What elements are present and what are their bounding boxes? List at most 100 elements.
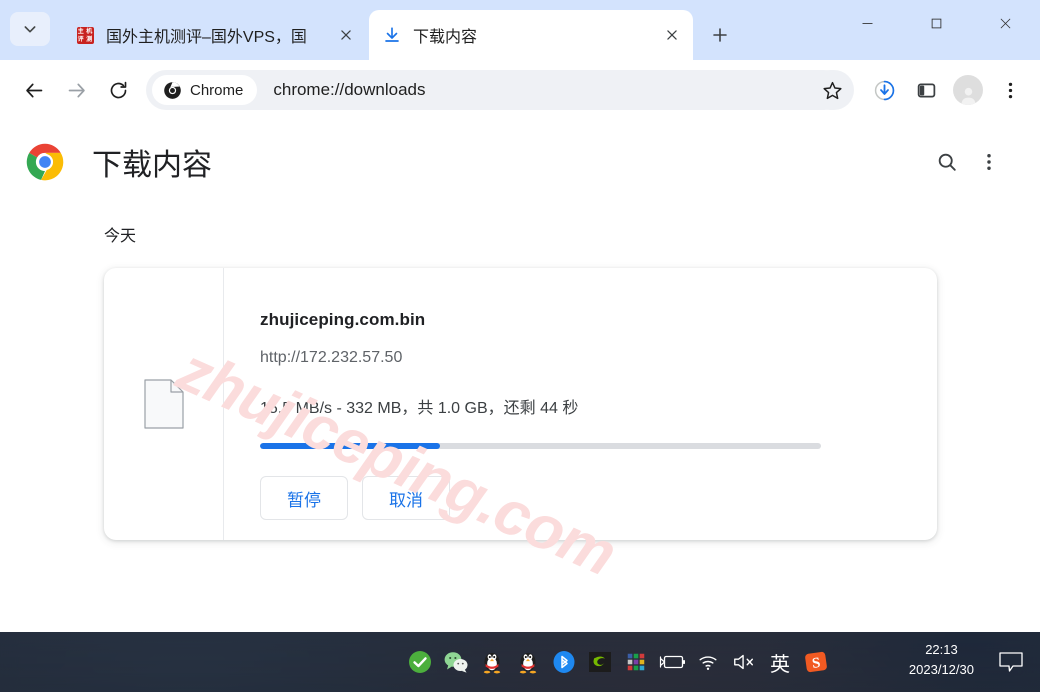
- pause-download-button[interactable]: 暂停: [260, 476, 348, 520]
- star-icon: [822, 81, 842, 99]
- downloads-button[interactable]: [864, 70, 904, 110]
- new-tab-button[interactable]: [701, 16, 739, 54]
- tab-close-button[interactable]: [659, 22, 685, 48]
- chrome-logo-icon: [26, 143, 64, 181]
- download-item-card[interactable]: zhujiceping.com.bin http://172.232.57.50…: [104, 268, 937, 540]
- search-icon: [938, 153, 956, 171]
- download-day-group-label: 今天: [104, 228, 137, 245]
- minimize-button[interactable]: [833, 0, 902, 46]
- generic-file-icon: [143, 379, 184, 429]
- download-progress-bar: [260, 443, 821, 449]
- speaker-muted-icon[interactable]: [726, 642, 762, 682]
- cancel-download-button[interactable]: 取消: [362, 476, 450, 520]
- chrome-origin-chip[interactable]: Chrome: [152, 75, 258, 105]
- clock-date: 2023/12/30: [908, 662, 974, 677]
- bluetooth-icon[interactable]: [546, 642, 582, 682]
- arrow-left-icon: [25, 83, 42, 97]
- download-file-icon-column: [104, 268, 224, 540]
- chrome-chip-label: Chrome: [190, 81, 244, 99]
- color-grid-icon[interactable]: [618, 642, 654, 682]
- tab-favicon-red: 主机评测: [76, 26, 94, 44]
- avatar: [953, 75, 983, 105]
- back-button[interactable]: [14, 70, 54, 110]
- tab-title: 国外主机测评–国外VPS，国: [106, 29, 307, 46]
- profile-button[interactable]: [948, 70, 988, 110]
- color-grid-icon: [627, 653, 645, 671]
- reload-icon: [110, 81, 126, 98]
- wifi-icon: [699, 656, 717, 670]
- downloads-page: 下载内容 今天 zhujiceping.com.bin http://172.2…: [0, 120, 1040, 632]
- wechat-icon: [444, 652, 468, 673]
- wechat-icon[interactable]: [438, 642, 474, 682]
- downloads-more-button[interactable]: [968, 141, 1010, 183]
- qq-penguin-icon[interactable]: [474, 642, 510, 682]
- browser-menu-button[interactable]: [990, 70, 1030, 110]
- download-file-name[interactable]: zhujiceping.com.bin: [260, 310, 937, 330]
- three-dots-vertical-icon: [987, 154, 991, 170]
- close-window-button[interactable]: [971, 0, 1040, 46]
- notification-bubble-icon: [999, 652, 1023, 672]
- side-panel-icon: [917, 83, 935, 97]
- nvidia-icon[interactable]: [582, 642, 618, 682]
- address-bar[interactable]: Chrome chrome://downloads: [146, 70, 844, 110]
- search-downloads-button[interactable]: [926, 141, 968, 183]
- bookmark-button[interactable]: [810, 70, 854, 110]
- qq-penguin-icon: [483, 652, 501, 674]
- download-details: zhujiceping.com.bin http://172.232.57.50…: [224, 268, 937, 540]
- tab-foreign-vps-review[interactable]: 主机评测 国外主机测评–国外VPS，国: [62, 10, 367, 60]
- battery-charging-icon: [659, 655, 685, 669]
- windows-taskbar: 英 S 22:13 2023/12/30: [0, 632, 1040, 692]
- battery-charging-icon[interactable]: [654, 642, 690, 682]
- nvidia-icon: [589, 652, 611, 672]
- qq-penguin-icon: [519, 652, 537, 674]
- chevron-down-icon: [24, 26, 36, 33]
- close-icon: [667, 30, 677, 40]
- tab-close-button[interactable]: [333, 22, 359, 48]
- page-title: 下载内容: [92, 149, 212, 182]
- tab-title: 下载内容: [413, 29, 478, 46]
- close-icon: [1000, 18, 1011, 28]
- download-status-text: 15.5 MB/s - 332 MB，共 1.0 GB，还剩 44 秒: [260, 400, 579, 417]
- browser-toolbar: Chrome chrome://downloads: [0, 60, 1040, 120]
- clock-time: 22:13: [925, 642, 958, 657]
- minimize-icon: [862, 22, 873, 24]
- notification-center-button[interactable]: [998, 651, 1024, 678]
- window-controls: [833, 0, 1040, 46]
- address-bar-url: chrome://downloads: [273, 80, 426, 99]
- ime-indicator[interactable]: 英: [762, 642, 798, 682]
- download-progress-icon: [874, 80, 894, 100]
- taskbar-clock[interactable]: 22:13 2023/12/30: [909, 640, 974, 680]
- green-check-icon[interactable]: [402, 642, 438, 682]
- ime-language-label: 英: [770, 653, 790, 676]
- qq-penguin-icon-2[interactable]: [510, 642, 546, 682]
- speaker-muted-icon: [734, 654, 753, 670]
- maximize-button[interactable]: [902, 0, 971, 46]
- tab-downloads[interactable]: 下载内容: [369, 10, 693, 60]
- sogou-icon: S: [805, 651, 827, 673]
- bluetooth-icon: [553, 651, 575, 673]
- chrome-logo-icon: [164, 81, 181, 99]
- arrow-right-icon: [68, 83, 85, 97]
- download-action-buttons: 暂停 取消: [260, 476, 937, 520]
- green-check-icon: [409, 651, 431, 673]
- side-panel-button[interactable]: [906, 70, 946, 110]
- tab-strip: 主机评测 国外主机测评–国外VPS，国 下载内容: [0, 0, 1040, 60]
- taskbar-tray: 英 S: [402, 642, 834, 682]
- downloads-page-header: 下载内容: [0, 120, 1040, 204]
- download-progress-fill: [260, 443, 440, 449]
- three-dots-vertical-icon: [1008, 82, 1012, 98]
- person-icon: [961, 87, 975, 105]
- plus-icon: [713, 28, 727, 42]
- download-icon: [385, 27, 399, 42]
- sogou-ime-icon[interactable]: S: [798, 642, 834, 682]
- tab-favicon-downloads: [383, 26, 401, 44]
- reload-button[interactable]: [98, 70, 138, 110]
- red-square-favicon: 主机评测: [76, 26, 94, 44]
- maximize-icon: [931, 18, 942, 28]
- tab-search-button[interactable]: [10, 12, 50, 46]
- forward-button[interactable]: [56, 70, 96, 110]
- download-source-url: http://172.232.57.50: [260, 349, 403, 366]
- close-icon: [341, 30, 351, 40]
- wifi-icon[interactable]: [690, 642, 726, 682]
- chrome-browser-window: 主机评测 国外主机测评–国外VPS，国 下载内容 Chrome chrome:/…: [0, 0, 1040, 632]
